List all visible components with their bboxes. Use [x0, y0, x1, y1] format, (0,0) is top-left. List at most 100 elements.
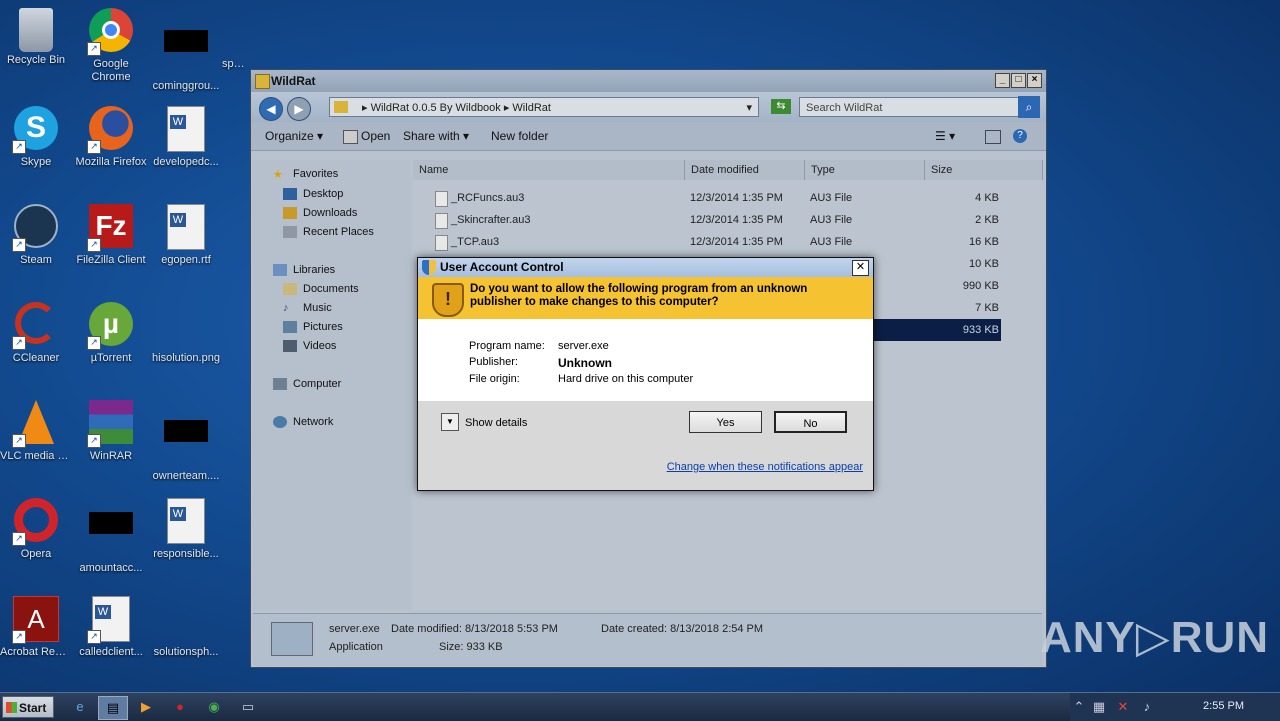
- start-button[interactable]: Start: [2, 696, 54, 718]
- desktop-icon-firefox[interactable]: ↗ Mozilla Firefox: [75, 106, 147, 169]
- music-icon: ♪: [283, 302, 289, 314]
- uac-warning-banner: ! Do you want to allow the following pro…: [418, 277, 873, 319]
- no-button[interactable]: No: [774, 411, 847, 433]
- column-header-size[interactable]: Size: [925, 160, 1043, 180]
- file-icon: [435, 191, 448, 207]
- desktop-icon-filezilla[interactable]: Fz ↗ FileZilla Client: [75, 204, 147, 267]
- explorer-titlebar[interactable]: WildRat _ □ ×: [251, 70, 1046, 92]
- close-icon[interactable]: ×: [1027, 73, 1042, 88]
- column-header-type[interactable]: Type: [805, 160, 925, 180]
- desktop-icon-hisolution[interactable]: hisolution.png: [150, 302, 222, 365]
- desktop-icon-responsible[interactable]: W responsible...: [150, 498, 222, 561]
- nav-documents[interactable]: Documents: [283, 283, 359, 295]
- forward-arrow-icon[interactable]: ▶: [287, 97, 311, 121]
- desktop-icon-amountacc[interactable]: amountacc...: [75, 498, 147, 575]
- acrobat-icon: A ↗: [12, 596, 60, 644]
- nav-videos[interactable]: Videos: [283, 340, 336, 352]
- chrome-icon: ↗: [87, 8, 135, 56]
- file-icon: [435, 213, 448, 229]
- utorrent-icon: µ ↗: [87, 302, 135, 350]
- clock[interactable]: 2:55 PM: [1203, 700, 1244, 712]
- search-icon[interactable]: ⌕: [1018, 96, 1040, 118]
- uac-taskbar-icon[interactable]: ▭: [234, 696, 262, 718]
- close-icon[interactable]: ✕: [852, 260, 869, 276]
- file-row[interactable]: _RCFuncs.au3 12/3/2014 1:35 PM AU3 File …: [413, 187, 1043, 209]
- desktop-icon-ccleaner[interactable]: ↗ CCleaner: [0, 302, 72, 365]
- yes-button[interactable]: Yes: [689, 411, 762, 433]
- refresh-icon[interactable]: ⇆: [771, 99, 791, 114]
- nav-pictures[interactable]: Pictures: [283, 321, 343, 333]
- minimize-icon[interactable]: _: [995, 73, 1010, 88]
- details-kind: Application: [329, 641, 383, 653]
- ccleaner-icon: ↗: [12, 302, 60, 350]
- desktop-icon-calledclient[interactable]: W ↗ calledclient...: [75, 596, 147, 659]
- desktop-icon-developedc[interactable]: W developedc...: [150, 106, 222, 169]
- nav-network[interactable]: Network: [273, 416, 333, 428]
- chevron-down-icon[interactable]: ▾: [746, 98, 752, 118]
- desktop-icon-solutionsph[interactable]: solutionsph...: [150, 596, 222, 659]
- explorer-title: WildRat: [271, 74, 316, 88]
- uac-title: User Account Control: [440, 260, 564, 274]
- application-icon: [271, 622, 313, 656]
- search-input[interactable]: Search WildRat ⌕: [799, 96, 1040, 118]
- tray-expand-icon[interactable]: ⌃: [1070, 696, 1088, 718]
- taskbar: Start e ▤ ▶ ● ◉ ▭ ⌃ ▦ ✕ ♪ 2:55 PM: [0, 692, 1280, 721]
- uac-titlebar[interactable]: User Account Control ✕: [418, 258, 873, 277]
- organize-button[interactable]: Organize ▾: [265, 129, 323, 143]
- nav-music[interactable]: ♪ Music: [283, 302, 332, 314]
- file-row[interactable]: _TCP.au3 12/3/2014 1:35 PM AU3 File 16 K…: [413, 231, 1043, 253]
- preview-pane-icon[interactable]: [985, 130, 1001, 144]
- computer-icon: [273, 378, 287, 390]
- nav-downloads[interactable]: Downloads: [283, 207, 357, 219]
- skype-icon: S ↗: [12, 106, 60, 154]
- show-details-label[interactable]: Show details: [465, 417, 527, 429]
- downloads-icon: [283, 207, 297, 219]
- windows-flag-icon: [6, 702, 17, 713]
- anyrun-watermark: ANY▷RUN: [1040, 613, 1270, 662]
- details-size: Size: 933 KB: [439, 641, 503, 653]
- desktop-icon-vlc[interactable]: ↗ VLC media player: [0, 400, 72, 463]
- desktop-icon-steam[interactable]: ↗ Steam: [0, 204, 72, 267]
- show-details-toggle[interactable]: ▼: [441, 413, 459, 431]
- nav-favorites[interactable]: ★ Favorites: [273, 168, 338, 181]
- help-icon[interactable]: ?: [1013, 129, 1027, 143]
- desktop-icon-opera[interactable]: ↗ Opera: [0, 498, 72, 561]
- volume-icon[interactable]: ♪: [1138, 696, 1156, 718]
- chrome-taskbar-icon[interactable]: ◉: [200, 696, 228, 718]
- address-bar[interactable]: ▸ WildRat 0.0.5 By Wildbook ▸ WildRat ▾: [329, 97, 759, 117]
- desktop-icon-recycle-bin[interactable]: Recycle Bin: [0, 8, 72, 67]
- nav-recent-places[interactable]: Recent Places: [283, 226, 374, 238]
- desktop-icon-cominggrou[interactable]: cominggrou...: [150, 8, 222, 93]
- network-error-icon[interactable]: ✕: [1114, 696, 1132, 718]
- folder-icon: [255, 74, 270, 89]
- nav-libraries[interactable]: Libraries: [273, 264, 335, 276]
- file-row[interactable]: _Skincrafter.au3 12/3/2014 1:35 PM AU3 F…: [413, 209, 1043, 231]
- maximize-icon[interactable]: □: [1011, 73, 1026, 88]
- folder-icon: [334, 101, 348, 113]
- view-options-icon[interactable]: ☰ ▾: [935, 129, 955, 143]
- nav-desktop[interactable]: Desktop: [283, 188, 343, 200]
- desktop-icon-ownerteam[interactable]: ownerteam....: [150, 400, 222, 483]
- desktop-icon-skype[interactable]: S ↗ Skype: [0, 106, 72, 169]
- explorer-toolbar: Organize ▾ Open Share with ▾ New folder …: [251, 122, 1046, 151]
- opera-taskbar-icon[interactable]: ●: [166, 696, 194, 718]
- column-header-date[interactable]: Date modified: [685, 160, 805, 180]
- media-player-icon[interactable]: ▶: [132, 696, 160, 718]
- open-button[interactable]: Open: [361, 129, 390, 143]
- back-arrow-icon[interactable]: ◀: [259, 97, 283, 121]
- desktop-icon-winrar[interactable]: ↗ WinRAR: [75, 400, 147, 463]
- word-doc-icon: W: [162, 106, 210, 154]
- share-with-button[interactable]: Share with ▾: [403, 129, 469, 143]
- action-center-icon[interactable]: ▦: [1090, 696, 1108, 718]
- desktop-icon-utorrent[interactable]: µ ↗ µTorrent: [75, 302, 147, 365]
- desktop-icon-acrobat[interactable]: A↗ Acrobat Reader DC: [0, 596, 72, 659]
- change-notifications-link[interactable]: Change when these notifications appear: [667, 461, 863, 473]
- nav-computer[interactable]: Computer: [273, 378, 341, 390]
- desktop-icon-egopen[interactable]: W egopen.rtf: [150, 204, 222, 267]
- desktop-icon-chrome[interactable]: ↗ Google Chrome: [75, 8, 147, 84]
- internet-explorer-icon[interactable]: e: [66, 696, 94, 718]
- column-header-name[interactable]: Name: [413, 160, 685, 180]
- desktop-icon-spacedoes[interactable]: spacedoes...: [222, 8, 250, 71]
- new-folder-button[interactable]: New folder: [491, 129, 548, 143]
- explorer-taskbar-icon[interactable]: ▤: [98, 696, 128, 720]
